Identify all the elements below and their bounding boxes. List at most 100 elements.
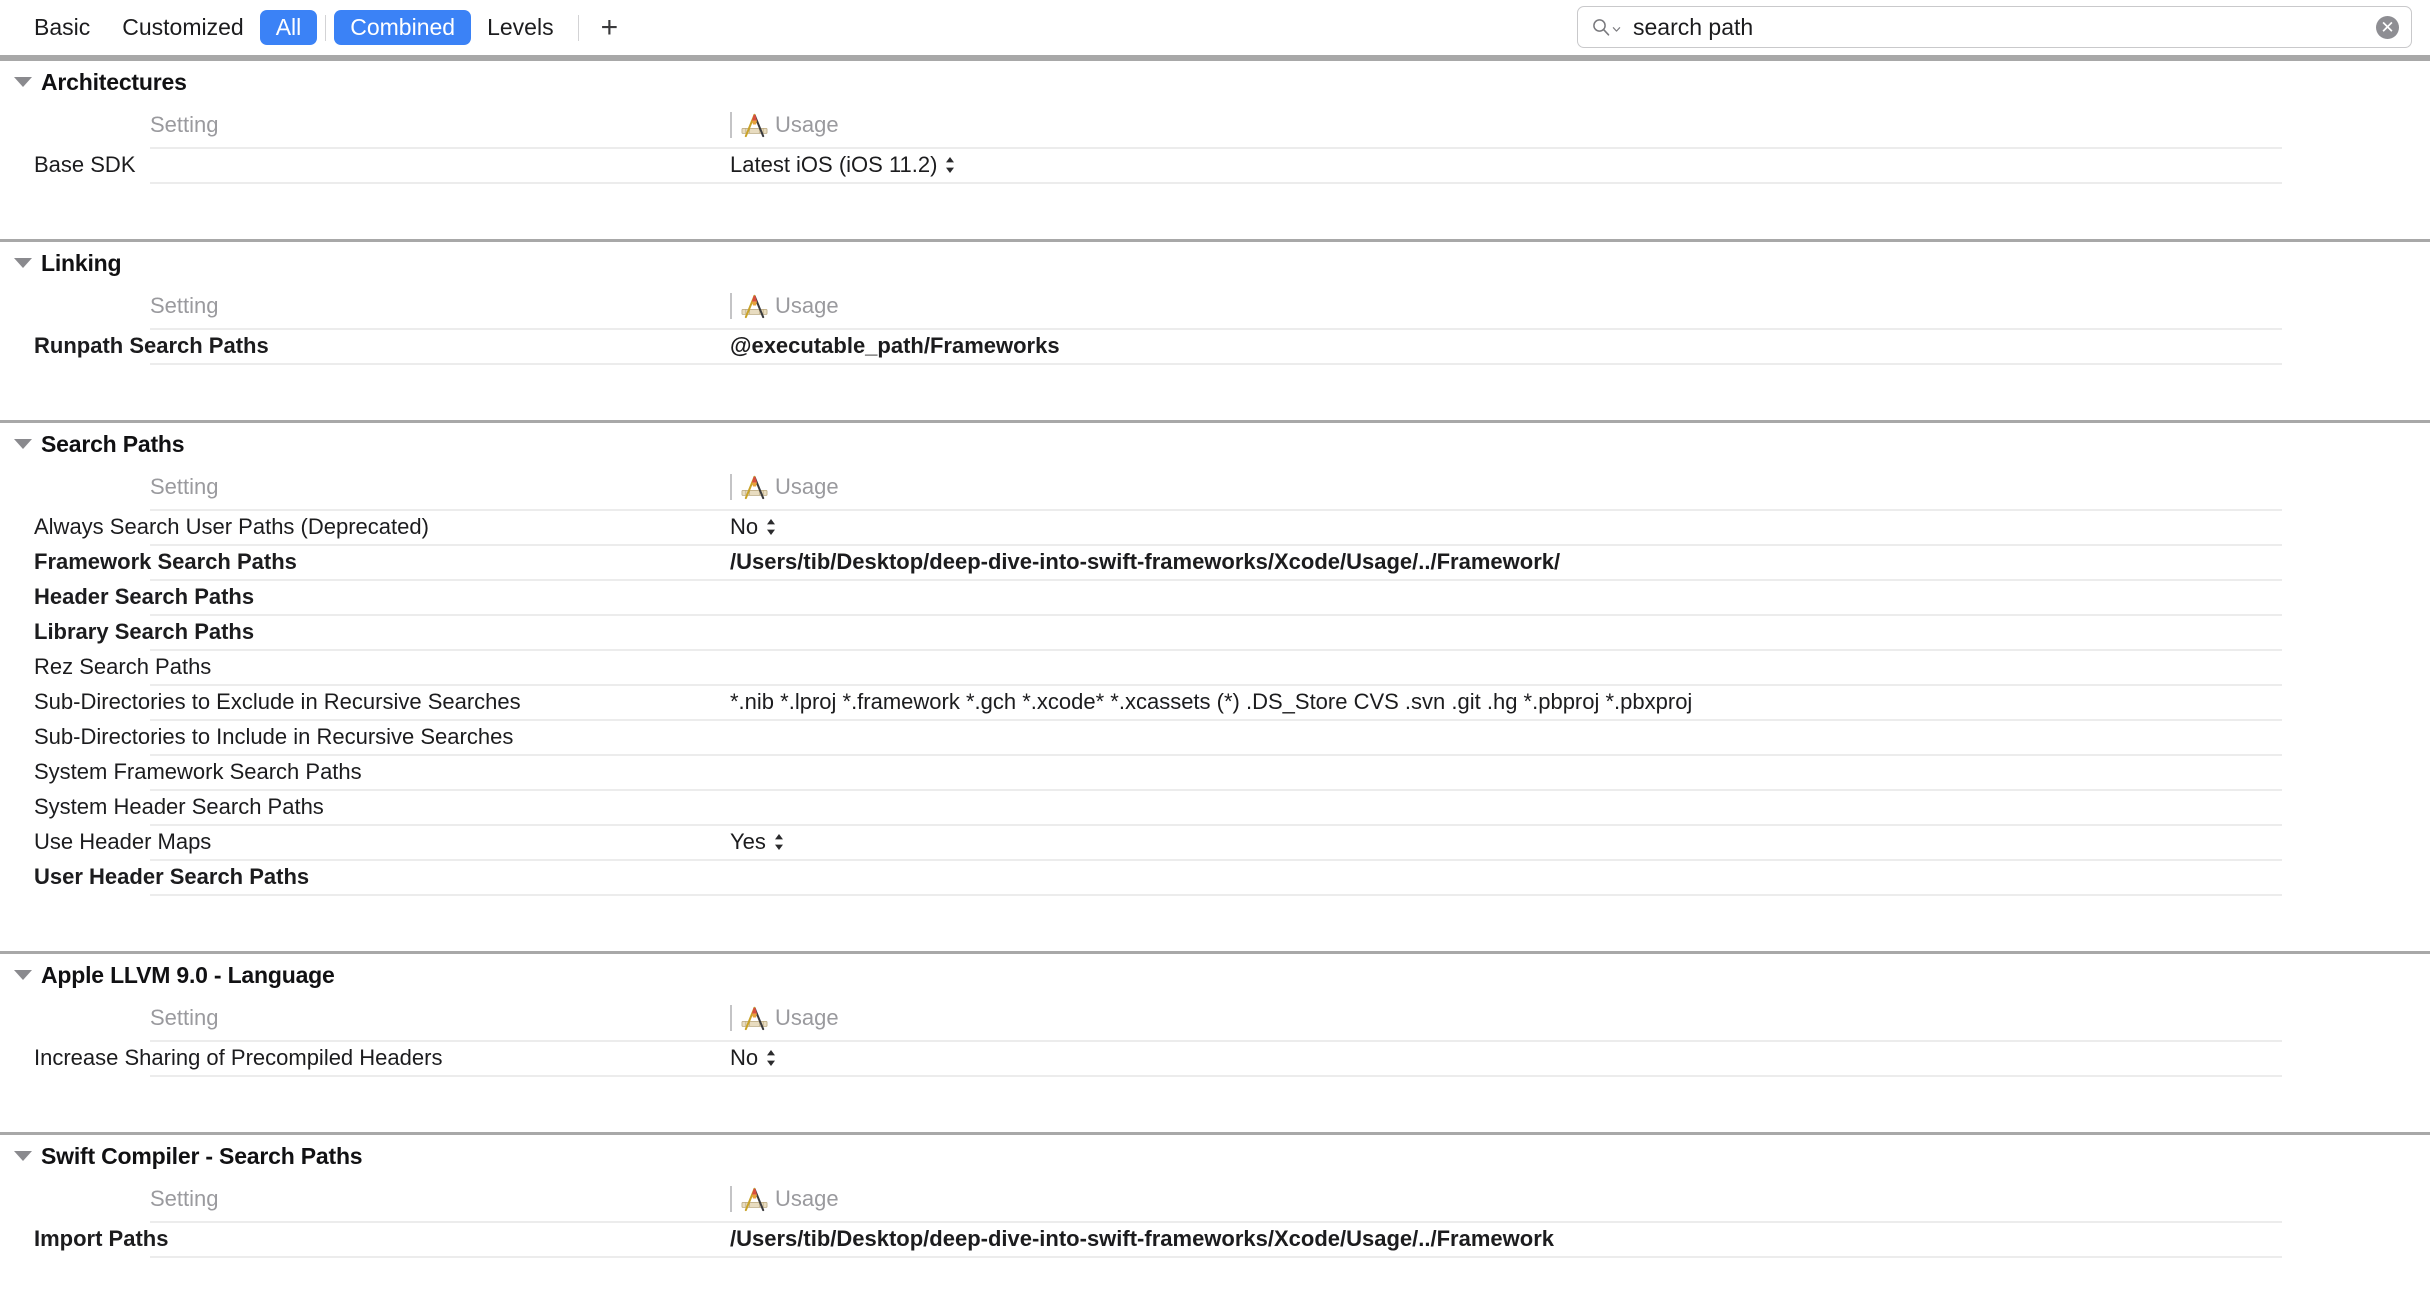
setting-row[interactable]: Framework Search Paths/Users/tib/Desktop… — [0, 544, 2430, 579]
setting-value-text: @executable_path/Frameworks — [730, 332, 1060, 358]
setting-name-header-search-paths: Header Search Paths — [34, 583, 255, 609]
setting-row[interactable]: Runpath Search Paths @executable_path/Fra… — [0, 328, 2430, 363]
column-divider — [730, 112, 732, 138]
column-header-usage-label: Usage — [775, 293, 839, 318]
setting-row[interactable]: System Framework Search Paths — [0, 754, 2430, 789]
search-box[interactable]: ✕ — [1577, 6, 2412, 48]
clear-search-icon[interactable]: ✕ — [2376, 15, 2399, 39]
column-header-usage-label: Usage — [775, 112, 839, 137]
setting-value[interactable]: No — [730, 514, 777, 540]
section-title: Apple LLVM 9.0 - Language — [41, 961, 335, 988]
setting-row[interactable]: Rez Search Paths — [0, 649, 2430, 684]
disclosure-triangle-icon[interactable] — [14, 1151, 32, 1161]
setting-row[interactable]: Header Search Paths — [0, 579, 2430, 614]
mode-segment-group: Combined Levels — [334, 9, 569, 46]
setting-name-import-paths: Import Paths — [34, 1225, 169, 1251]
setting-name-library-search-paths: Library Search Paths — [34, 618, 255, 644]
setting-row[interactable]: Always Search User Paths (Deprecated) No — [0, 509, 2430, 544]
setting-value[interactable]: @executable_path/Frameworks — [730, 333, 1060, 359]
setting-row[interactable]: Use Header Maps Yes — [0, 824, 2430, 859]
column-header-setting: Setting — [150, 293, 219, 318]
section-title: Search Paths — [41, 430, 185, 457]
disclosure-triangle-icon[interactable] — [14, 77, 32, 87]
disclosure-triangle-icon[interactable] — [14, 970, 32, 980]
settings-rows: Runpath Search Paths @executable_path/Fra… — [0, 328, 2430, 398]
settings-rows: Always Search User Paths (Deprecated) No … — [0, 509, 2430, 929]
xcode-usage-icon — [741, 475, 768, 499]
setting-name-system-header-search-paths: System Header Search Paths — [34, 793, 324, 819]
setting-row[interactable]: System Header Search Paths — [0, 789, 2430, 824]
build-settings-toolbar: Basic Customized All Combined Levels + ✕ — [0, 0, 2430, 55]
setting-row[interactable]: Library Search Paths — [0, 614, 2430, 649]
column-divider — [730, 1186, 732, 1212]
column-header-usage-label: Usage — [775, 474, 839, 499]
add-setting-button[interactable]: + — [587, 12, 633, 43]
setting-name-system-framework-search-paths: System Framework Search Paths — [34, 758, 362, 784]
value-stepper[interactable] — [765, 1047, 777, 1069]
section-header-search-paths[interactable]: Search Paths — [0, 423, 2430, 465]
column-header-setting: Setting — [150, 112, 219, 137]
xcode-usage-icon — [741, 1006, 768, 1030]
setting-name-sub-directories-to-exclude-in-recursive-searches: Sub-Directories to Exclude in Recursive … — [34, 688, 521, 714]
column-divider — [730, 474, 732, 500]
setting-name-user-header-search-paths: User Header Search Paths — [34, 863, 310, 889]
settings-rows: Increase Sharing of Precompiled Headers N… — [0, 1040, 2430, 1110]
section-header-swift-compiler-search-paths[interactable]: Swift Compiler - Search Paths — [0, 1135, 2430, 1177]
value-stepper[interactable] — [773, 831, 785, 853]
setting-row[interactable]: Base SDK Latest iOS (iOS 11.2) — [0, 147, 2430, 182]
settings-rows-tail — [0, 363, 2430, 398]
setting-name-increase-sharing-of-precompiled-headers: Increase Sharing of Precompiled Headers — [34, 1044, 443, 1070]
setting-name-always-search-user-paths-deprecated: Always Search User Paths (Deprecated) — [34, 513, 429, 539]
build-settings-list: Architectures Setting Usage Base SDK Latest… — [0, 58, 2430, 1294]
column-divider — [730, 293, 732, 319]
mode-combined-button[interactable]: Combined — [334, 9, 472, 46]
section-header-apple-llvm-9-0-language[interactable]: Apple LLVM 9.0 - Language — [0, 954, 2430, 996]
column-header-setting: Setting — [150, 474, 219, 499]
search-icon-group[interactable] — [1592, 18, 1621, 36]
filter-basic-button[interactable]: Basic — [18, 10, 106, 46]
setting-value-text: Yes — [730, 828, 766, 854]
setting-name-sub-directories-to-include-in-recursive-searches: Sub-Directories to Include in Recursive … — [34, 723, 514, 749]
value-stepper[interactable] — [944, 154, 956, 176]
column-header-row: Setting Usage — [0, 103, 2430, 147]
setting-value[interactable]: *.nib *.lproj *.framework *.gch *.xcode*… — [730, 689, 1692, 715]
xcode-usage-icon — [741, 1187, 768, 1211]
section-header-architectures[interactable]: Architectures — [0, 61, 2430, 103]
value-stepper[interactable] — [765, 516, 777, 538]
column-header-usage: Usage — [730, 474, 839, 501]
filter-all-button[interactable]: All — [259, 9, 318, 46]
mode-levels-button[interactable]: Levels — [471, 10, 569, 46]
column-header-usage: Usage — [730, 1005, 839, 1032]
column-header-row: Setting Usage — [0, 465, 2430, 509]
column-header-row: Setting Usage — [0, 996, 2430, 1040]
setting-value-text: *.nib *.lproj *.framework *.gch *.xcode*… — [730, 688, 1693, 714]
setting-value-text: Latest iOS (iOS 11.2) — [730, 151, 938, 177]
setting-value[interactable]: Latest iOS (iOS 11.2) — [730, 152, 956, 178]
section-title: Swift Compiler - Search Paths — [41, 1142, 363, 1169]
chevron-down-icon — [1612, 26, 1621, 32]
setting-row[interactable]: Sub-Directories to Exclude in Recursive … — [0, 684, 2430, 719]
setting-value[interactable]: /Users/tib/Desktop/deep-dive-into-swift-… — [730, 549, 1560, 575]
section-header-linking[interactable]: Linking — [0, 242, 2430, 284]
setting-value-text: /Users/tib/Desktop/deep-dive-into-swift-… — [730, 548, 1561, 574]
setting-value[interactable]: No — [730, 1045, 777, 1071]
disclosure-triangle-icon[interactable] — [14, 258, 32, 268]
column-header-usage-label: Usage — [775, 1186, 839, 1211]
setting-row[interactable]: User Header Search Paths — [0, 859, 2430, 894]
setting-value[interactable]: Yes — [730, 829, 785, 855]
setting-row[interactable]: Increase Sharing of Precompiled Headers N… — [0, 1040, 2430, 1075]
column-header-row: Setting Usage — [0, 284, 2430, 328]
settings-rows-tail — [0, 182, 2430, 217]
search-input[interactable] — [1633, 13, 2376, 41]
filter-customized-button[interactable]: Customized — [106, 10, 259, 46]
setting-value[interactable]: /Users/tib/Desktop/deep-dive-into-swift-… — [730, 1226, 1554, 1252]
setting-row[interactable]: Import Paths/Users/tib/Desktop/deep-dive… — [0, 1221, 2430, 1256]
column-header-setting: Setting — [150, 1005, 219, 1030]
setting-row[interactable]: Sub-Directories to Include in Recursive … — [0, 719, 2430, 754]
disclosure-triangle-icon[interactable] — [14, 439, 32, 449]
column-header-setting: Setting — [150, 1186, 219, 1211]
section-title: Linking — [41, 249, 122, 276]
